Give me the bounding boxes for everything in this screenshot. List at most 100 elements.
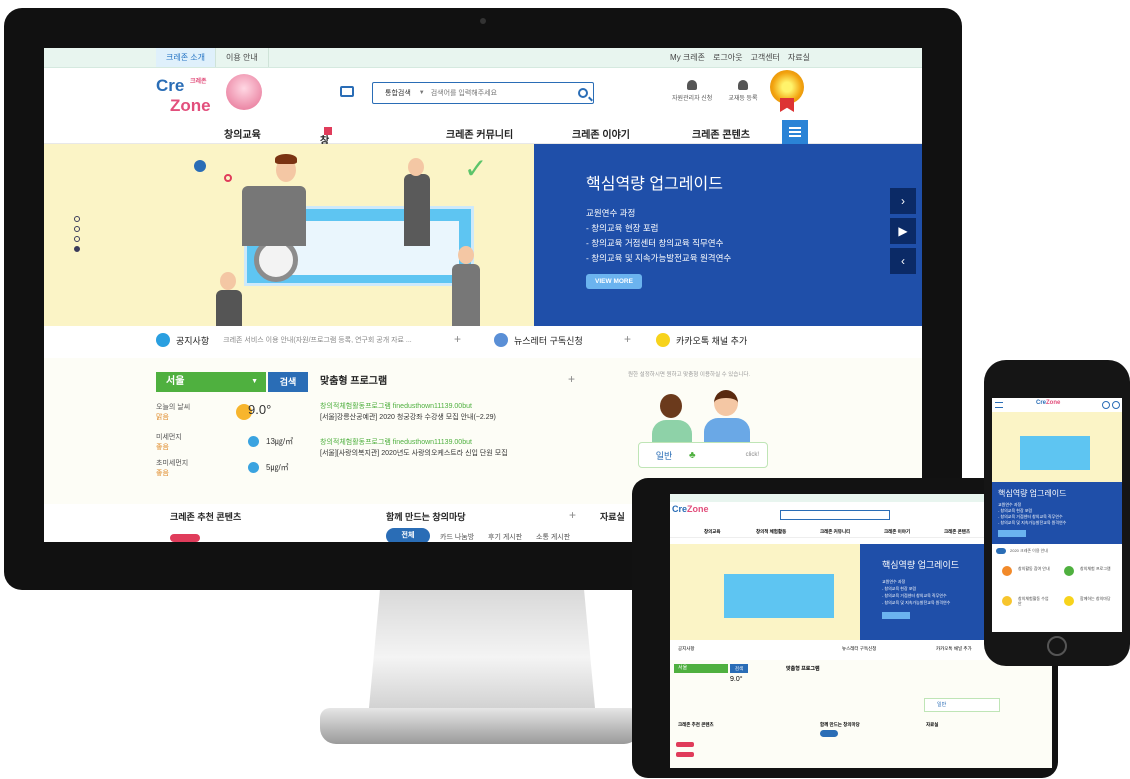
tab-all[interactable]: 전체 — [386, 528, 430, 542]
phone-home-button[interactable] — [1047, 636, 1067, 656]
chevron-left-icon[interactable]: ‹ — [890, 248, 916, 274]
logo-text-mini: 크레존 — [190, 79, 207, 85]
view-more-button[interactable]: VIEW MORE — [586, 274, 642, 289]
phone-quick-item[interactable]: 창의활동 참여 안내 — [996, 560, 1056, 588]
resource-manager-link[interactable]: 자원관리자 신청 — [672, 80, 712, 102]
desktop-screen: 크레존 소개 이용 안내 My 크레존 로그아웃 고객센터 자료실 Cre Zo… — [44, 48, 922, 542]
camera-icon — [480, 18, 486, 24]
notice-item[interactable]: 공지사항 크레존 서비스 이용 안내(자원/프로그램 등록, 연구회 공개 자료… — [156, 333, 412, 347]
community-more-button[interactable]: + — [569, 508, 576, 522]
hamburger-menu-icon[interactable] — [782, 120, 808, 144]
user-edit-icon — [737, 80, 748, 90]
search-input[interactable]: 검색어를 입력해주세요 — [425, 88, 573, 98]
util-link-my[interactable]: My 크레존 — [670, 52, 705, 63]
tablet-notice-label[interactable]: 공지사항 — [678, 646, 695, 652]
phone-quick-item[interactable]: 함께하는 창의마당 — [1058, 590, 1118, 618]
slide-dot[interactable] — [74, 226, 80, 232]
region-select[interactable]: 서울 ▼ — [156, 372, 266, 392]
weather-search-button[interactable]: 검색 — [268, 372, 308, 392]
tablet-logo[interactable]: CreZone — [672, 504, 709, 514]
tablet-content-badge — [676, 752, 694, 757]
tablet-tab-all[interactable] — [820, 730, 838, 737]
location-pin-icon — [1002, 566, 1012, 576]
slide-indicator[interactable] — [74, 216, 80, 252]
hero-line: - 창의교육 거점센터 창의교육 직무연수 — [586, 238, 724, 248]
phone-quick-item[interactable]: 창의체험 프로그램 — [1058, 560, 1118, 588]
phone-user-icon[interactable] — [1102, 401, 1110, 409]
phone-hamburger-icon[interactable] — [995, 402, 1003, 408]
util-link-support[interactable]: 고객센터 — [750, 52, 779, 63]
tablet-newsletter-label[interactable]: 뉴스레터 구독신청 — [842, 646, 876, 652]
tablet-view-more-button[interactable] — [882, 612, 910, 619]
tab-review[interactable]: 후기 게시판 — [488, 532, 522, 542]
tablet-nav-item[interactable]: 크레존 커뮤니티 — [820, 529, 850, 535]
newsletter-more-button[interactable]: + — [624, 332, 631, 346]
util-link-guide[interactable]: 이용 안내 — [216, 48, 269, 67]
slide-dot[interactable] — [74, 216, 80, 222]
newsletter-item[interactable]: 뉴스레터 구독신청 — [494, 333, 583, 347]
tablet-search-input[interactable] — [780, 510, 890, 520]
util-link-archive[interactable]: 자료실 — [788, 52, 810, 63]
kakao-item[interactable]: 카카오톡 채널 추가 — [656, 333, 747, 347]
play-button-icon[interactable]: ▶ — [890, 218, 916, 244]
program-title[interactable]: [서울][사랑의복지관] 2020년도 사랑의오케스트라 신입 단원 모집 — [320, 448, 580, 459]
tablet-search-button[interactable]: 검색 — [730, 664, 748, 673]
tablet-hero-title: 핵심역량 업그레이드 — [882, 560, 960, 570]
slide-dot-active[interactable] — [74, 246, 80, 252]
tablet-nav-item[interactable]: 크레존 이야기 — [884, 529, 910, 535]
nav-community[interactable]: 크레존 커뮤니티 — [446, 126, 513, 141]
hero-line: - 창의교육 현장 포럼 — [586, 223, 659, 233]
nav-story[interactable]: 크레존 이야기 — [572, 126, 630, 141]
util-link-about[interactable]: 크레존 소개 — [156, 48, 217, 67]
tablet-region-select[interactable]: 서울 — [674, 664, 728, 673]
illustration-man — [704, 390, 750, 450]
notice-more-button[interactable]: + — [454, 332, 461, 346]
node-icon — [224, 174, 232, 182]
phone-quick-item[interactable]: 창의체험활동 수업안 — [996, 590, 1056, 618]
user-type-general[interactable]: 일반 — [639, 449, 689, 462]
tablet-nav-item[interactable]: 크레존 콘텐츠 — [944, 529, 970, 535]
book-icon[interactable] — [340, 86, 354, 97]
nav-experience-activity[interactable]: 창의적 체험활동 — [320, 126, 332, 237]
notice-text[interactable]: 크레존 서비스 이용 안내(자원/프로그램 등록, 연구회 공개 자료 ... — [223, 335, 412, 345]
play-icon — [194, 160, 206, 172]
illustration-head — [458, 246, 474, 264]
tablet-nav-item[interactable]: 창의교육 — [704, 529, 721, 535]
checkmark-icon: ✓ — [464, 153, 488, 184]
programs-more-button[interactable]: + — [568, 372, 575, 386]
util-link-logout[interactable]: 로그아웃 — [713, 52, 742, 63]
tablet-community-title: 함께 만드는 창의마당 — [820, 722, 860, 727]
program-category: 창의적체험활동프로그램 finedusthown11139.00but — [320, 439, 472, 446]
search-button[interactable] — [573, 83, 593, 103]
tablet-hero-line: - 창의교육 및 지속가능발전교육 원격연수 — [882, 600, 951, 605]
tab-card[interactable]: 카드 나눔방 — [440, 532, 474, 542]
program-item[interactable]: 창의적체험활동프로그램 finedusthown11139.00but [서울]… — [320, 401, 580, 423]
material-register-link[interactable]: 교재등 등록 — [728, 80, 758, 102]
nav-creative-education[interactable]: 창의교육 — [224, 126, 261, 141]
slide-dot[interactable] — [74, 236, 80, 242]
program-title[interactable]: [서울]강릉산공예관] 2020 청궁강좌 수강생 모집 안내(~2.29) — [320, 412, 580, 423]
weather-today-label: 오늘의 날씨 — [156, 404, 191, 411]
smile-icon — [248, 462, 259, 473]
tablet-kakao-label[interactable]: 카카오톡 채널 추가 — [936, 646, 972, 652]
tablet-logo-cre: Cre — [672, 504, 688, 514]
recommended-title: 크레존 추천 콘텐츠 — [170, 512, 242, 522]
phone-header: CreZone — [992, 398, 1122, 412]
user-type-toggle[interactable]: 일반 ♣ click! — [638, 442, 768, 468]
phone-search-icon[interactable] — [1112, 401, 1120, 409]
tablet-nav-item[interactable]: 창의적 체험활동 — [756, 529, 786, 535]
phone-view-more-button[interactable] — [998, 530, 1026, 537]
chevron-right-icon[interactable]: › — [890, 188, 916, 214]
program-item[interactable]: 창의적체험활동프로그램 finedusthown11139.00but [서울]… — [320, 437, 580, 459]
phone-logo[interactable]: CreZone — [1036, 400, 1060, 406]
site-logo[interactable]: Cre Zone 크레존 — [156, 76, 211, 116]
tablet-content: 서울 검색 9.0° 맞춤형 프로그램 일반 크레존 추천 콘텐츠 함께 만드는… — [670, 660, 1052, 768]
tablet-user-type[interactable]: 일반 — [924, 698, 1000, 712]
nav-contents[interactable]: 크레존 콘텐츠 — [692, 126, 750, 141]
tab-talk[interactable]: 소통 게시판 — [536, 532, 570, 542]
notice-bar: 공지사항 크레존 서비스 이용 안내(자원/프로그램 등록, 연구회 공개 자료… — [44, 326, 922, 356]
dust-value: 13㎍/㎥ — [266, 437, 294, 446]
search-scope-select[interactable]: 통합검색 — [373, 88, 419, 98]
phone-notice[interactable]: 2020 크레존 이용 안내 — [992, 546, 1122, 556]
hero-text-panel: 핵심역량 업그레이드 교원연수 과정 - 창의교육 현장 포럼 - 창의교육 거… — [534, 144, 922, 326]
